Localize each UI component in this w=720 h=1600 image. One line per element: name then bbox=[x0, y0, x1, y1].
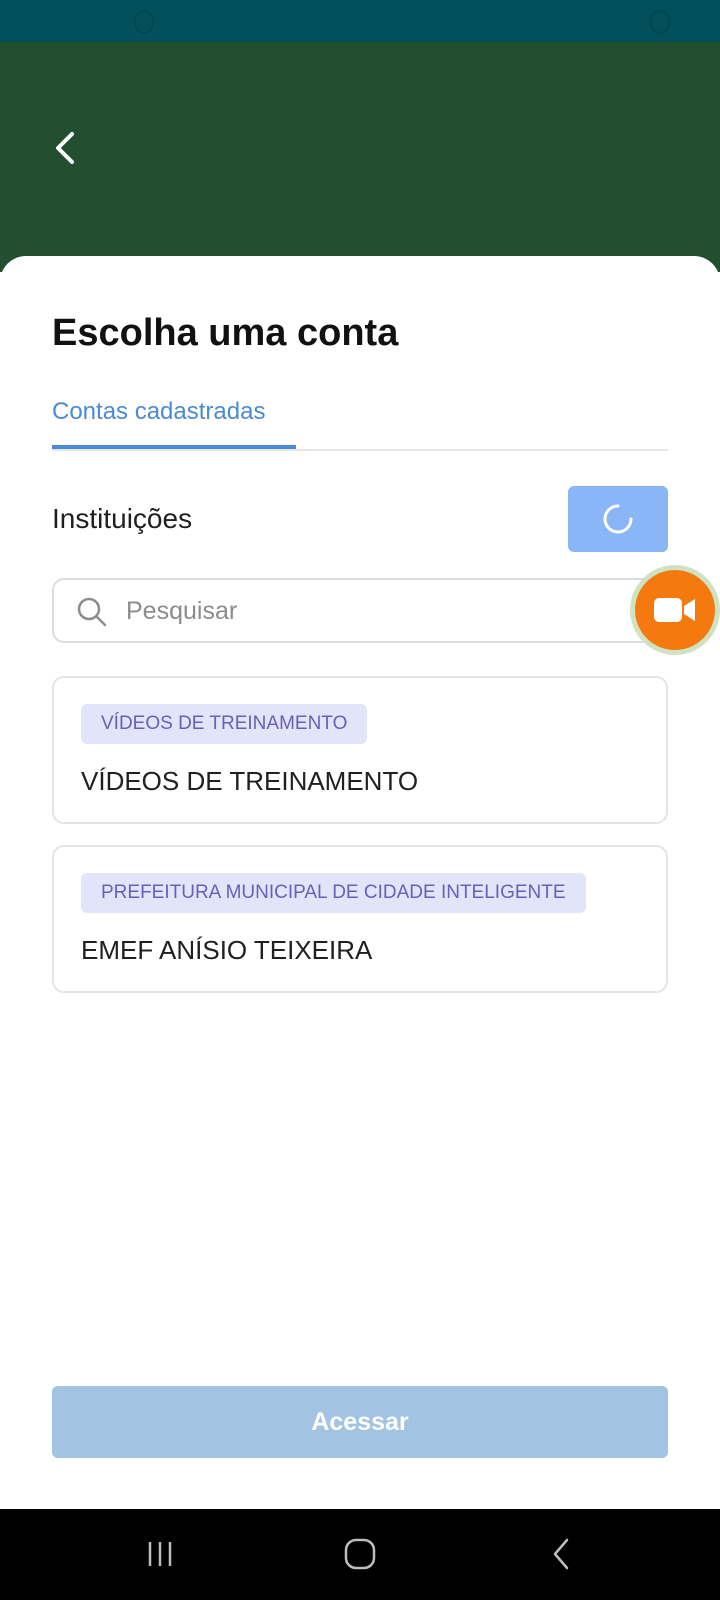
video-camera-icon bbox=[654, 598, 695, 622]
account-card[interactable]: PREFEITURA MUNICIPAL DE CIDADE INTELIGEN… bbox=[52, 845, 668, 993]
institution-badge: PREFEITURA MUNICIPAL DE CIDADE INTELIGEN… bbox=[81, 873, 586, 913]
page-title: Escolha uma conta bbox=[52, 312, 399, 354]
tabs-divider bbox=[52, 449, 668, 451]
search-box[interactable] bbox=[52, 578, 668, 643]
tab-contas-cadastradas[interactable]: Contas cadastradas bbox=[52, 398, 265, 426]
section-label: Instituições bbox=[52, 503, 193, 534]
fingerprint-icon bbox=[134, 10, 154, 34]
system-back-button[interactable] bbox=[534, 1529, 590, 1579]
account-card[interactable]: VÍDEOS DE TREINAMENTO VÍDEOS DE TREINAME… bbox=[52, 676, 668, 824]
app-header bbox=[0, 42, 720, 272]
system-nav-bar bbox=[0, 1509, 720, 1600]
search-icon bbox=[77, 597, 107, 627]
home-button[interactable] bbox=[332, 1529, 388, 1579]
back-icon bbox=[553, 1538, 569, 1570]
access-button[interactable]: Acessar bbox=[52, 1386, 668, 1458]
institution-badge: VÍDEOS DE TREINAMENTO bbox=[81, 704, 368, 744]
home-icon bbox=[344, 1538, 376, 1570]
chevron-left-icon bbox=[56, 132, 74, 164]
fingerprint-icon bbox=[650, 10, 670, 34]
account-name: VÍDEOS DE TREINAMENTO bbox=[81, 766, 419, 796]
refresh-icon bbox=[603, 504, 633, 534]
recents-icon bbox=[148, 1542, 172, 1566]
search-input[interactable] bbox=[126, 590, 606, 632]
status-bar bbox=[0, 0, 720, 42]
account-name: EMEF ANÍSIO TEIXEIRA bbox=[81, 935, 373, 965]
video-record-button[interactable] bbox=[635, 570, 715, 650]
back-button[interactable] bbox=[44, 126, 88, 170]
refresh-button[interactable] bbox=[568, 486, 668, 552]
recents-button[interactable] bbox=[132, 1529, 188, 1579]
